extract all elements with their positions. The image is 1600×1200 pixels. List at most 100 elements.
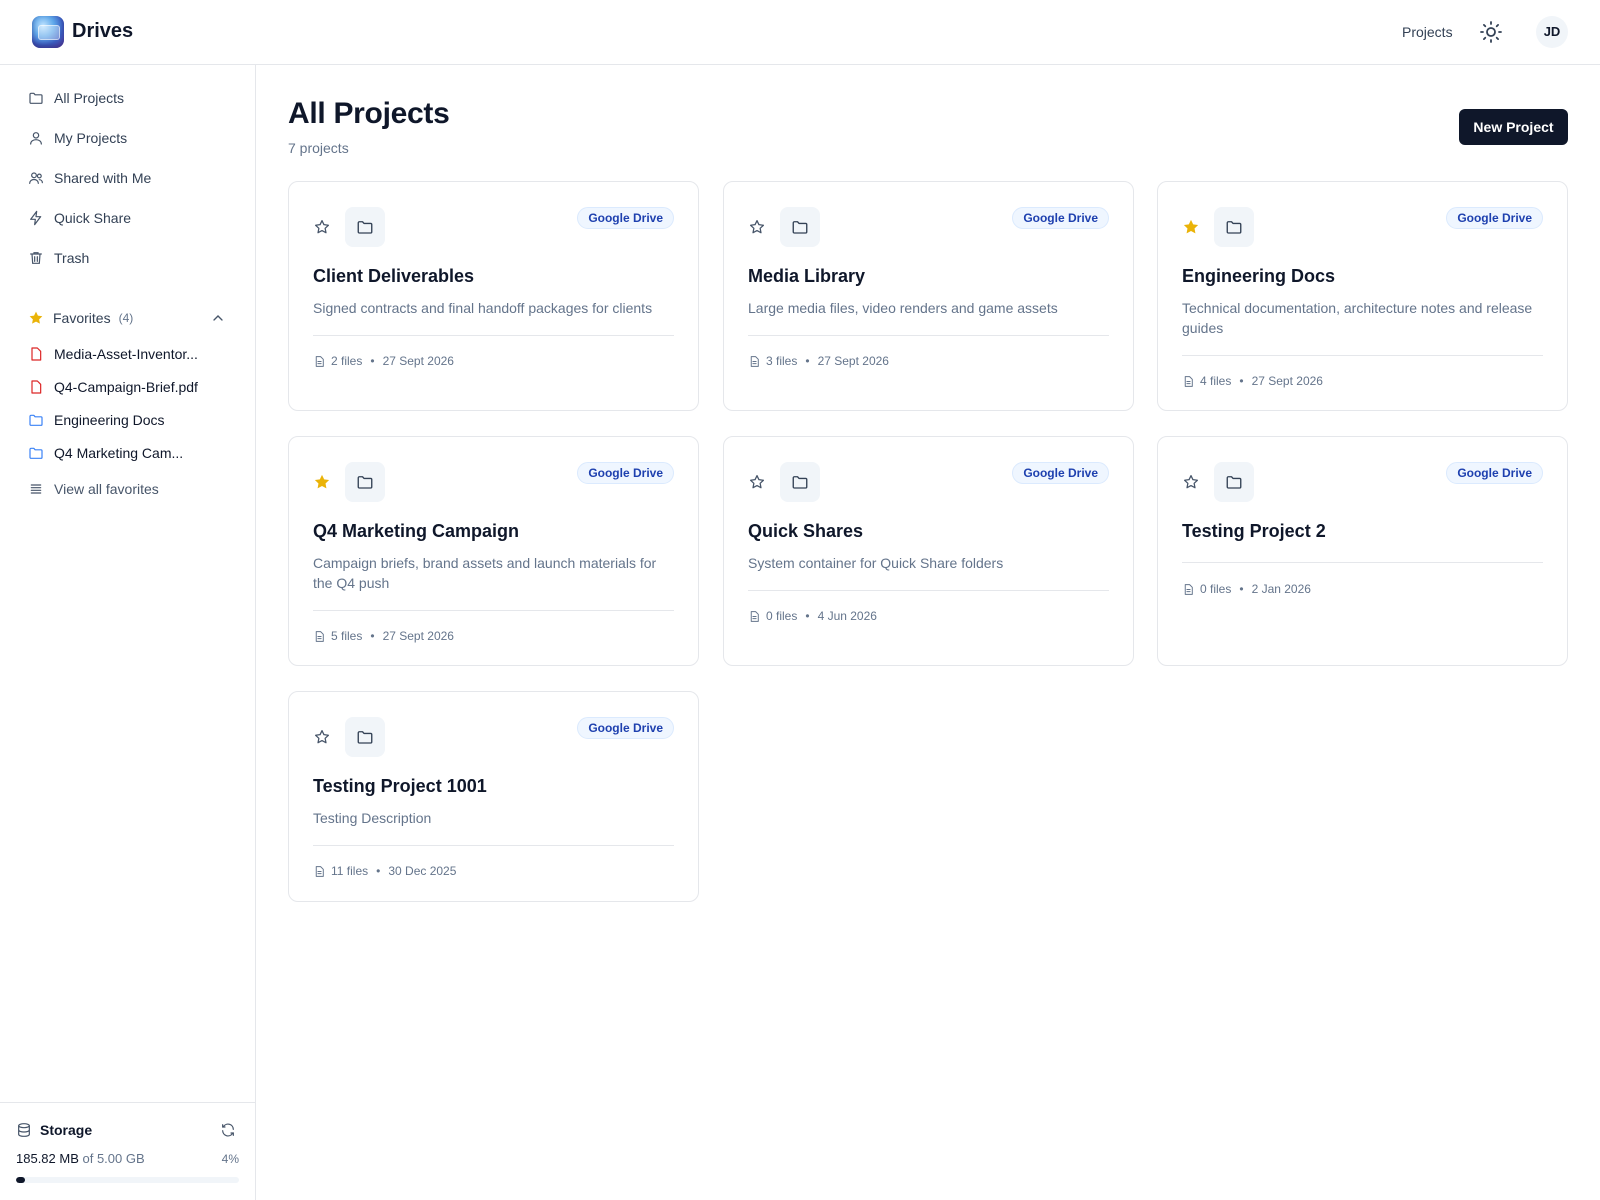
favorites-label: Favorites [53,310,111,326]
folder-icon [792,221,808,234]
favorite-item-label: Media-Asset-Inventor... [54,346,198,362]
project-title: Q4 Marketing Campaign [313,521,520,541]
file-count: 5 files [331,629,363,643]
file-icon [1184,583,1193,595]
project-meta: 0 files • 4 Jun 2026 [748,609,877,623]
project-card[interactable]: Google Drive Media Library Large media fil… [723,181,1134,411]
app-title[interactable]: Drives [72,20,133,43]
star-outline-icon[interactable] [748,218,766,236]
source-badge: Google Drive [1446,462,1543,484]
favorite-item-q4-marketing[interactable]: Q4 Marketing Cam... [18,439,238,467]
project-description: Large media files, video renders and gam… [748,300,1058,316]
favorite-item-media-asset[interactable]: Media-Asset-Inventor... [18,340,238,368]
file-count: 4 files [1200,374,1232,388]
new-project-button[interactable]: New Project [1459,109,1568,145]
project-card[interactable]: Google Drive Client Deliverables Signed co… [288,181,699,411]
source-badge: Google Drive [577,462,674,484]
star-outline-icon[interactable] [313,728,331,746]
star-outline-icon[interactable] [313,218,331,236]
card-divider [748,335,1109,336]
favorite-item-engineering-docs[interactable]: Engineering Docs [18,406,238,434]
meta-separator: • [370,629,375,643]
project-card[interactable]: Google Drive Q4 Marketing Campaign Campaig… [288,436,699,666]
source-badge: Google Drive [577,207,674,229]
star-filled-icon[interactable] [313,473,331,491]
user-icon [30,132,42,145]
folder-icon-box [1214,207,1254,247]
sidebar-item-label: All Projects [54,90,125,106]
updated-date: 27 Sept 2026 [382,354,454,368]
file-count: 0 files [766,609,798,623]
project-description: Testing Description [313,810,432,826]
favorite-item-label: Q4-Campaign-Brief.pdf [54,379,198,395]
sidebar-item-label: Trash [54,250,90,266]
updated-date: 27 Sept 2026 [382,629,454,643]
star-filled-icon[interactable] [1182,218,1200,236]
file-count: 2 files [331,354,363,368]
storage-title: Storage [40,1122,93,1138]
project-card[interactable]: Google Drive Testing Project 1001 Testing … [288,691,699,902]
theme-toggle-button[interactable] [1479,20,1503,44]
project-meta: 3 files • 27 Sept 2026 [748,354,889,368]
project-meta: 11 files • 30 Dec 2025 [313,864,456,878]
storage-percent: 4% [221,1152,239,1166]
trash-icon [30,252,42,264]
project-title: Media Library [748,266,866,286]
file-icon [750,355,759,367]
view-all-favorites-label: View all favorites [54,481,159,497]
project-card[interactable]: Google Drive Engineering Docs Technical do… [1157,181,1568,411]
source-badge: Google Drive [1012,207,1109,229]
app-logo[interactable] [32,16,64,48]
project-description: Campaign briefs, brand assets and launch… [313,555,657,591]
updated-date: 30 Dec 2025 [388,864,457,878]
sidebar-item-trash[interactable]: Trash [18,242,238,274]
favorite-item-q4-brief[interactable]: Q4-Campaign-Brief.pdf [18,373,238,401]
storage-panel: Storage 185.82 MB of 5.00 GB 4% [0,1102,255,1200]
updated-date: 27 Sept 2026 [817,354,889,368]
sidebar-item-shared-with-me[interactable]: Shared with Me [18,162,238,194]
refresh-icon[interactable] [220,1122,236,1138]
project-meta: 5 files • 27 Sept 2026 [313,629,454,643]
folder-icon-box [1214,462,1254,502]
storage-progress-fill [16,1177,25,1183]
project-card[interactable]: Google Drive Testing Project 2 0 files • 2 J… [1157,436,1568,666]
users-icon [29,172,43,184]
project-meta: 0 files • 2 Jan 2026 [1182,582,1311,596]
meta-separator: • [1239,374,1244,388]
view-all-favorites-link[interactable]: View all favorites [18,475,238,503]
card-divider [313,845,674,846]
storage-progress-track [16,1177,239,1183]
source-badge: Google Drive [1446,207,1543,229]
sidebar-item-quick-share[interactable]: Quick Share [18,202,238,234]
zap-icon [30,210,42,226]
star-outline-icon[interactable] [1182,473,1200,491]
favorites-section-toggle[interactable]: Favorites (4) [18,302,238,334]
sidebar-item-my-projects[interactable]: My Projects [18,122,238,154]
project-title: Testing Project 2 [1182,521,1326,541]
list-icon [30,484,42,494]
folder-icon [29,414,43,426]
top-header: Drives Projects JD [0,0,1600,65]
folder-icon-box [345,207,385,247]
folder-icon [1226,476,1242,489]
updated-date: 4 Jun 2026 [817,609,877,623]
folder-icon [1226,221,1242,234]
page-title: All Projects [288,97,450,130]
sidebar-item-all-projects[interactable]: All Projects [18,82,238,114]
database-icon [18,1123,30,1137]
file-icon [315,355,324,367]
file-icon [31,380,42,394]
star-outline-icon[interactable] [748,473,766,491]
project-description: System container for Quick Share folders [748,555,1004,571]
nav-projects-link[interactable]: Projects [1402,24,1453,40]
sun-icon [1480,21,1502,43]
meta-separator: • [805,609,810,623]
sidebar-item-label: Quick Share [54,210,132,226]
project-title: Testing Project 1001 [313,776,487,796]
user-avatar[interactable]: JD [1536,16,1568,48]
project-card[interactable]: Google Drive Quick Shares System container… [723,436,1134,666]
file-count: 0 files [1200,582,1232,596]
storage-used-text: 185.82 MB of 5.00 GB [16,1151,145,1166]
project-meta: 2 files • 27 Sept 2026 [313,354,454,368]
favorite-item-label: Q4 Marketing Cam... [54,445,184,461]
